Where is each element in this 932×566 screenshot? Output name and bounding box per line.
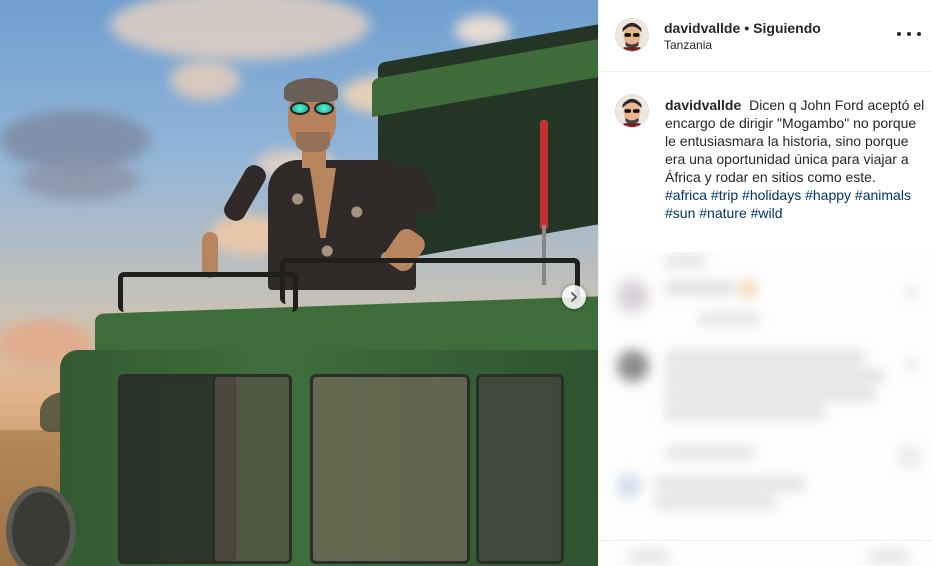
caption-avatar[interactable] <box>615 94 649 128</box>
jeep-window <box>212 374 292 564</box>
blurred-comments-area <box>599 252 932 566</box>
post-caption: davidvallde Dicen q John Ford aceptó el … <box>665 96 925 222</box>
roof-rail <box>118 272 298 312</box>
location-link[interactable]: Tanzania <box>664 38 712 52</box>
more-options-icon <box>897 32 901 36</box>
hashtag-link[interactable]: #trip <box>711 187 738 203</box>
jeep-wheel <box>6 486 76 566</box>
next-photo-button[interactable] <box>562 285 586 309</box>
cloud <box>110 0 370 60</box>
cartoon-avatar-icon <box>616 19 648 51</box>
more-options-button[interactable] <box>897 24 921 44</box>
mirrored-sunglasses <box>290 102 336 116</box>
cloud <box>170 60 240 100</box>
cloud <box>20 160 140 200</box>
hashtag-link[interactable]: #animals <box>855 187 911 203</box>
post-photo[interactable] <box>0 0 598 566</box>
hashtag-link[interactable]: #happy <box>805 187 851 203</box>
roof-rail <box>280 258 580 304</box>
post-side-panel: davidvallde • Siguiendo Tanzania davidvall… <box>598 0 932 566</box>
hashtag-link[interactable]: #africa <box>665 187 707 203</box>
hashtag-link[interactable]: #wild <box>751 205 783 221</box>
blur-overlay <box>599 252 932 566</box>
chevron-right-icon <box>571 292 578 302</box>
cartoon-avatar-icon <box>616 95 648 127</box>
hashtag-link[interactable]: #holidays <box>742 187 801 203</box>
jeep-window <box>476 374 564 564</box>
avatar[interactable] <box>615 18 649 52</box>
more-options-icon-dot <box>907 32 911 36</box>
following-button[interactable]: Siguiendo <box>753 20 821 36</box>
hashtag-link[interactable]: #nature <box>699 205 746 221</box>
divider <box>599 540 932 541</box>
person-hair <box>284 78 338 102</box>
person-beard <box>296 132 330 152</box>
more-options-icon-dot <box>917 32 921 36</box>
caption-username-link[interactable]: davidvallde <box>665 97 741 113</box>
jeep-window <box>310 374 470 564</box>
hashtag-list: #africa #trip #holidays #happy #animals … <box>665 186 925 222</box>
roof-strut <box>540 120 548 230</box>
post-header: davidvallde • Siguiendo Tanzania <box>599 0 932 72</box>
separator-dot: • <box>744 20 750 36</box>
header-line: davidvallde • Siguiendo <box>664 20 821 36</box>
hashtag-link[interactable]: #sun <box>665 205 695 221</box>
username-link[interactable]: davidvallde <box>664 20 740 36</box>
